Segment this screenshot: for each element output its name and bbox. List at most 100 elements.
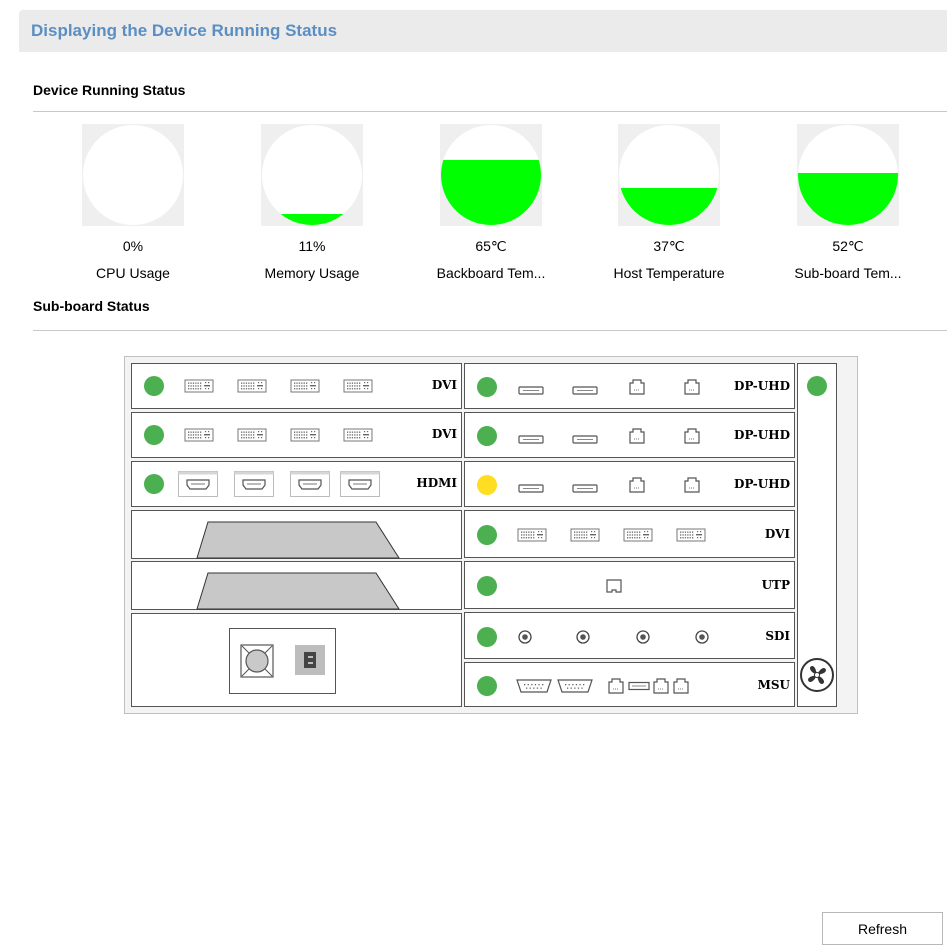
gauge-value: 52℃ <box>832 238 864 254</box>
gauge-label: Sub-board Tem... <box>794 265 902 281</box>
port <box>605 577 623 595</box>
right-slot[interactable]: DP-UHD <box>464 461 795 507</box>
port <box>290 427 320 443</box>
gauge-chart <box>797 124 899 226</box>
status-led <box>477 675 497 696</box>
dvi-port-icon <box>623 528 653 542</box>
port <box>683 378 701 396</box>
status-led <box>477 426 497 446</box>
port <box>290 471 330 497</box>
sdi-port-icon <box>576 629 590 644</box>
gauge-circle <box>83 125 183 225</box>
page-header: Displaying the Device Running Status <box>19 10 947 52</box>
port <box>343 427 373 443</box>
port <box>572 432 598 446</box>
port <box>340 471 380 497</box>
chassis-diagram: DVI DVI HDMI DP-UHD DP-UHD DP-UHD DVI UTP SDI MSU <box>124 356 858 714</box>
status-led <box>807 376 827 396</box>
rj45-port-icon <box>653 677 669 694</box>
gauge-chart <box>82 124 184 226</box>
fan-icon-wrapper <box>798 656 836 694</box>
left-slot[interactable]: HDMI <box>131 461 462 507</box>
port <box>517 629 533 645</box>
subboard-status-heading: Sub-board Status <box>33 298 150 314</box>
gauge-value: 37℃ <box>653 238 685 254</box>
sdi-port-icon <box>518 629 532 644</box>
blank-panel-wrapper <box>196 572 400 610</box>
dvi-port-icon <box>184 428 214 442</box>
hdmi-port-icon <box>290 471 330 497</box>
dvi-port-icon <box>290 379 320 393</box>
power-module-slot[interactable] <box>131 613 462 707</box>
usb-port-icon <box>628 681 650 690</box>
port <box>237 378 267 394</box>
port <box>652 677 670 695</box>
right-slot[interactable]: DVI <box>464 510 795 558</box>
slot-label: UTP <box>761 578 790 592</box>
status-led <box>144 474 164 494</box>
port <box>694 629 710 645</box>
displayport-icon <box>572 386 598 395</box>
right-slot[interactable]: DP-UHD <box>464 412 795 458</box>
slot-label: DVI <box>431 378 457 392</box>
refresh-button[interactable]: Refresh <box>822 912 943 945</box>
sdi-port-icon <box>695 629 709 644</box>
slot-label: HDMI <box>416 476 457 490</box>
slot-label: MSU <box>757 677 790 692</box>
divider <box>33 111 947 112</box>
port <box>570 527 600 543</box>
status-led <box>144 425 164 445</box>
blank-panel-shape <box>196 572 400 610</box>
gauge-fill <box>441 160 541 225</box>
status-led <box>477 525 497 545</box>
slot-label: DVI <box>431 427 457 441</box>
left-slot[interactable]: DVI <box>131 412 462 458</box>
displayport-icon <box>518 484 544 493</box>
rj45-port-icon <box>673 677 689 694</box>
rj45-port-icon <box>608 677 624 694</box>
port <box>628 378 646 396</box>
blank-slot[interactable] <box>131 561 462 610</box>
gauge-fill <box>619 188 719 225</box>
dvi-port-icon <box>676 528 706 542</box>
dvi-port-icon <box>184 379 214 393</box>
gauge-fill <box>798 173 898 225</box>
port <box>557 678 593 694</box>
right-slot[interactable]: MSU <box>464 662 795 707</box>
port <box>676 527 706 543</box>
status-led <box>477 377 497 397</box>
status-led <box>477 626 497 647</box>
fan-grille-icon-wrapper <box>240 644 274 678</box>
fan-column-slot[interactable] <box>797 363 837 707</box>
rj45-port-icon <box>684 428 700 444</box>
port <box>635 629 651 645</box>
sdi-port-icon <box>636 629 650 644</box>
port <box>575 629 591 645</box>
blank-slot[interactable] <box>131 510 462 559</box>
gauge-label: Backboard Tem... <box>436 265 546 281</box>
port <box>343 378 373 394</box>
port <box>184 427 214 443</box>
port <box>628 427 646 445</box>
gauge-label: Host Temperature <box>613 265 725 281</box>
displayport-icon <box>572 435 598 444</box>
gauge-label: CPU Usage <box>96 265 170 281</box>
displayport-icon <box>518 386 544 395</box>
port <box>672 677 690 695</box>
gauge-circle <box>798 125 898 225</box>
dvi-port-icon <box>237 428 267 442</box>
rj45-port-icon <box>629 477 645 493</box>
right-slot[interactable]: UTP <box>464 561 795 609</box>
left-slot[interactable]: DVI <box>131 363 462 409</box>
port <box>607 677 625 695</box>
gauge-chart <box>440 124 542 226</box>
right-slot[interactable]: SDI <box>464 612 795 659</box>
status-led <box>477 475 497 495</box>
gauge-chart <box>261 124 363 226</box>
gauge-label: Memory Usage <box>264 265 360 281</box>
right-slot[interactable]: DP-UHD <box>464 363 795 409</box>
vga-port-icon <box>516 678 552 693</box>
port <box>178 471 218 497</box>
port <box>234 471 274 497</box>
gauge-value: 11% <box>298 238 326 254</box>
